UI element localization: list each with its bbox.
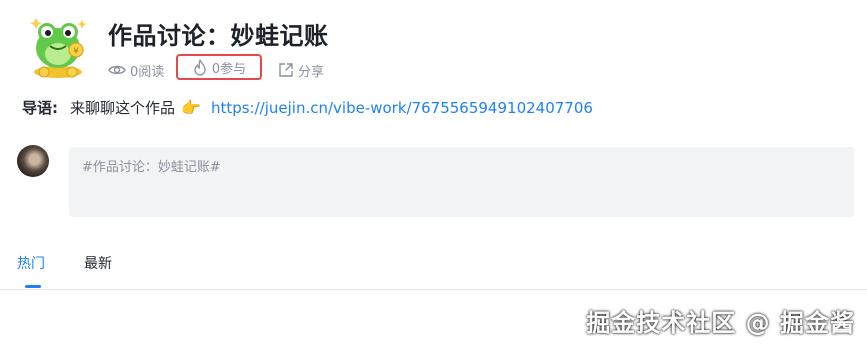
eye-icon xyxy=(108,65,126,75)
flame-icon xyxy=(194,58,206,76)
comment-input[interactable]: #作品讨论：妙蛙记账# xyxy=(69,147,854,217)
frog-mascot-icon: ¥ xyxy=(30,18,87,78)
watermark: 掘金技术社区 @ 掘金酱 xyxy=(586,309,855,337)
guide-text: 来聊聊这个作品 xyxy=(70,99,176,117)
join-count-label: 0参与 xyxy=(211,61,247,77)
active-tab-indicator xyxy=(25,285,41,288)
topic-guide: 导语: 来聊聊这个作品 👉 https://juejin.cn/vibe-wor… xyxy=(22,97,593,118)
sort-tabs: 热门 最新 xyxy=(0,240,867,290)
divider xyxy=(0,289,867,290)
read-count-label: 0阅读 xyxy=(130,64,165,80)
share-button[interactable]: 分享 xyxy=(278,58,324,82)
read-count: 0阅读 xyxy=(108,58,164,82)
pointing-hand-icon: 👉 xyxy=(181,98,201,117)
join-count[interactable]: 0参与 xyxy=(176,54,262,80)
tab-hot[interactable]: 热门 xyxy=(17,253,45,273)
share-icon xyxy=(279,63,293,77)
svg-text:¥: ¥ xyxy=(73,47,78,56)
work-link[interactable]: https://juejin.cn/vibe-work/767556594910… xyxy=(211,99,593,117)
guide-label: 导语: xyxy=(22,99,58,117)
avatar[interactable] xyxy=(17,145,49,177)
share-label: 分享 xyxy=(298,64,325,80)
page-title: 作品讨论：妙蛙记账 xyxy=(108,22,329,50)
tab-new[interactable]: 最新 xyxy=(84,253,112,273)
topic-logo: ¥ xyxy=(22,10,94,82)
comment-input-text: #作品讨论：妙蛙记账# xyxy=(82,160,221,175)
